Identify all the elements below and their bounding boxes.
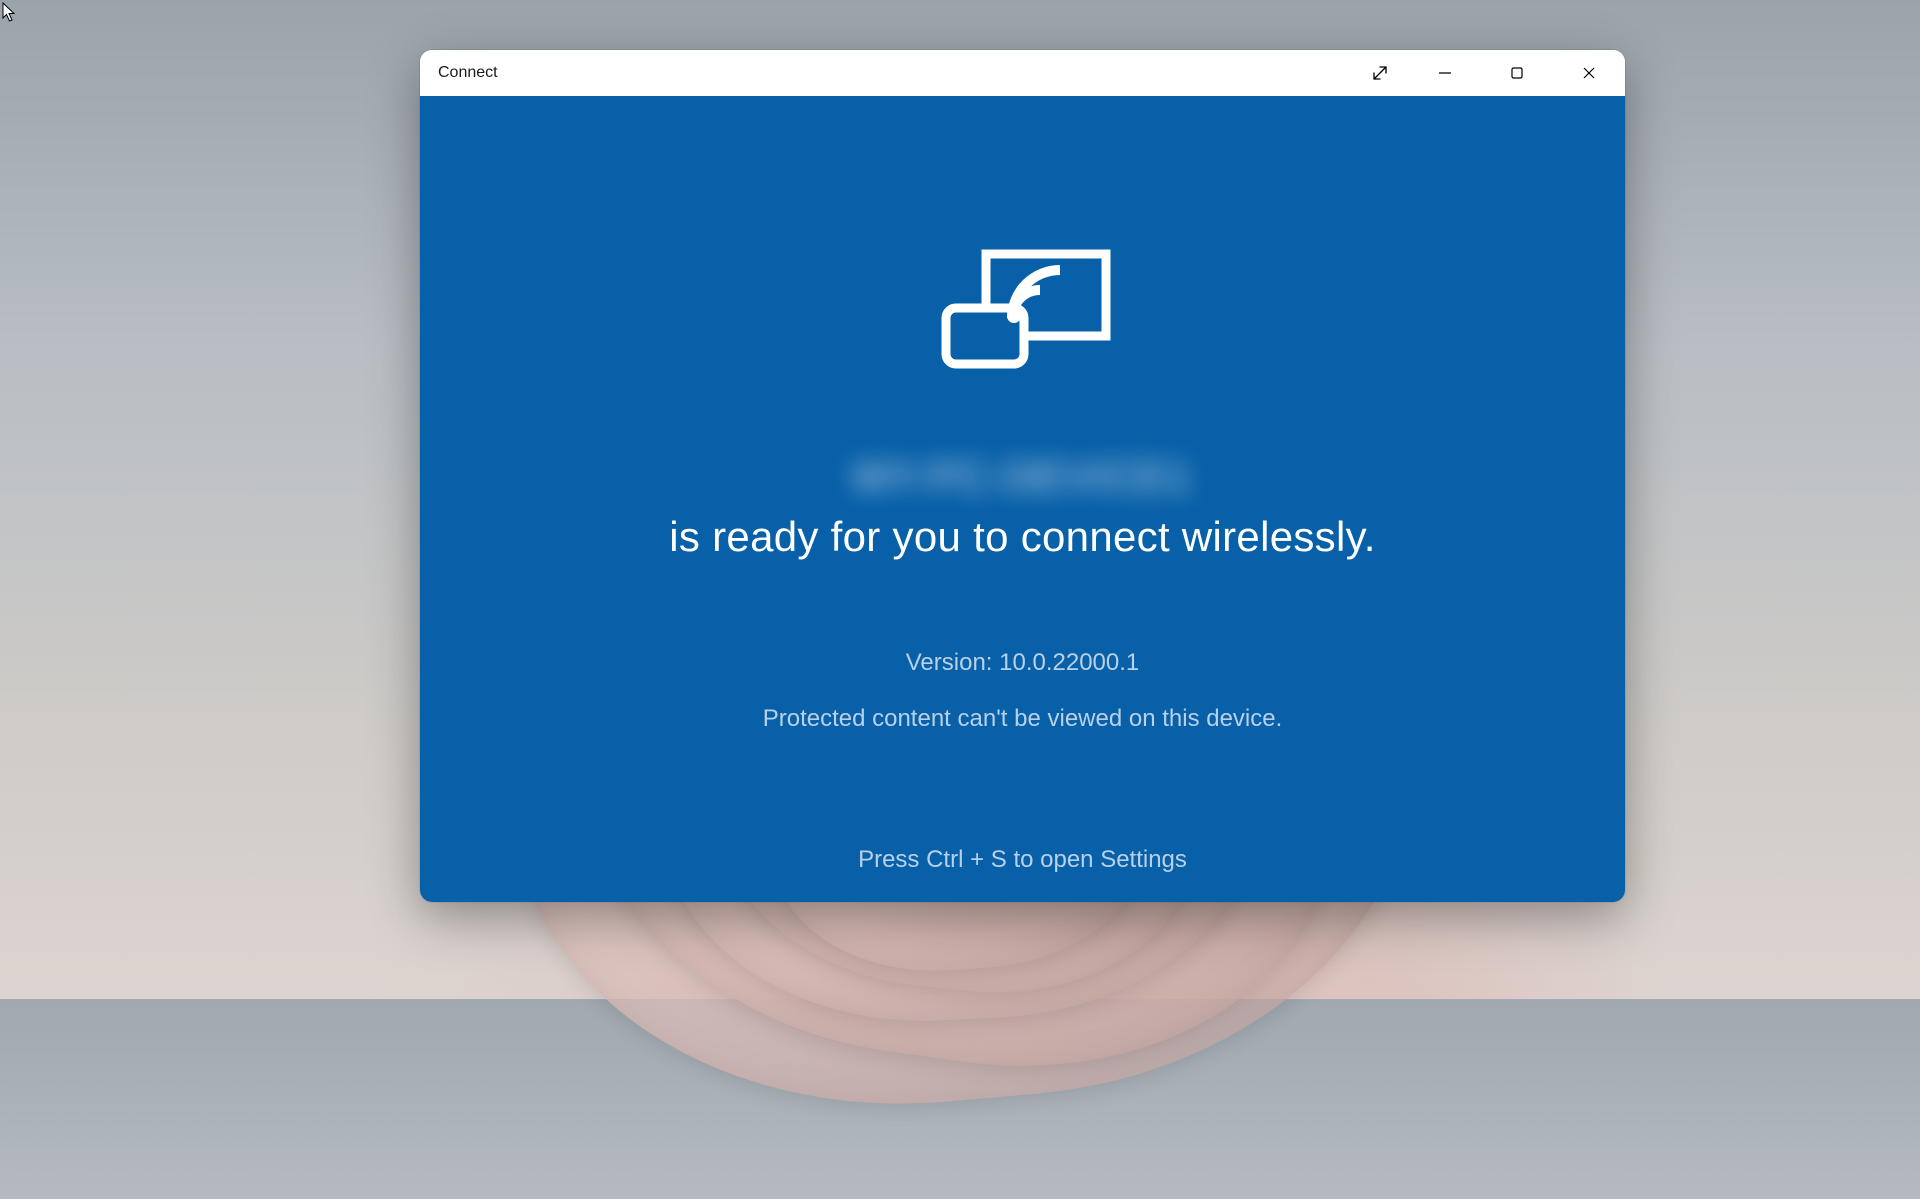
device-name: MY-PC-DEVICE1 xyxy=(813,449,1231,505)
maximize-icon xyxy=(1510,66,1524,80)
connect-app-window: Connect xyxy=(420,50,1625,902)
window-controls xyxy=(1351,50,1625,96)
close-icon xyxy=(1582,66,1596,80)
fullscreen-button[interactable] xyxy=(1351,50,1409,96)
connect-content: MY-PC-DEVICE1 is ready for you to connec… xyxy=(420,96,1625,902)
minimize-button[interactable] xyxy=(1409,50,1481,96)
version-label: Version: 10.0.22000.1 xyxy=(906,649,1140,677)
fullscreen-icon xyxy=(1372,65,1388,81)
minimize-icon xyxy=(1438,66,1452,80)
close-button[interactable] xyxy=(1553,50,1625,96)
settings-hint: Press Ctrl + S to open Settings xyxy=(858,846,1187,874)
maximize-button[interactable] xyxy=(1481,50,1553,96)
ready-message: is ready for you to connect wirelessly. xyxy=(669,513,1376,561)
window-title: Connect xyxy=(438,64,1351,82)
window-titlebar[interactable]: Connect xyxy=(420,50,1625,96)
protected-content-message: Protected content can't be viewed on thi… xyxy=(763,705,1283,733)
wireless-display-icon xyxy=(928,246,1118,381)
